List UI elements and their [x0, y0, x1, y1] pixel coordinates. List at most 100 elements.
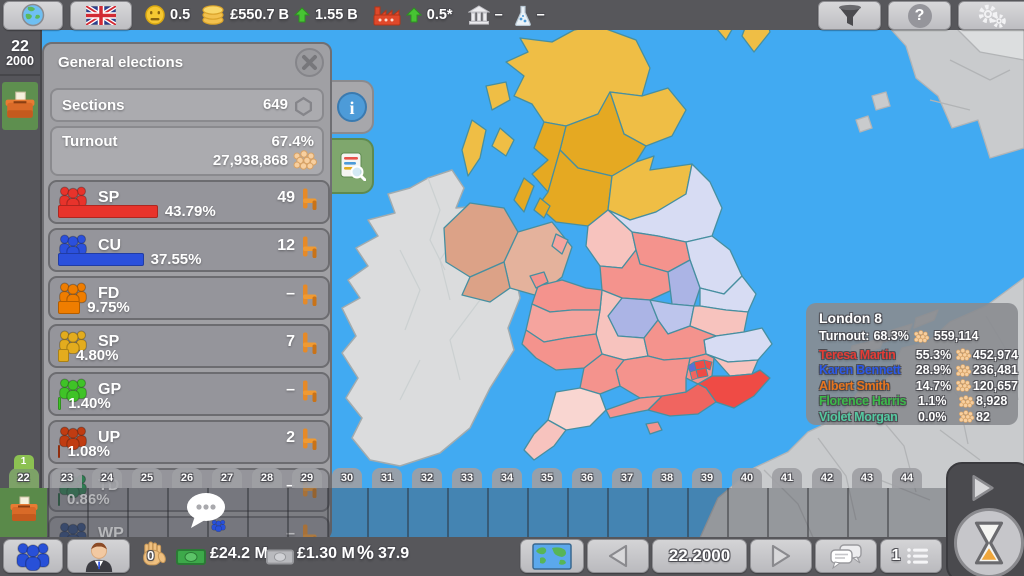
settings-button[interactable]: [958, 1, 1024, 30]
politician-button[interactable]: [67, 539, 130, 573]
timeline-year-column[interactable]: 37: [607, 455, 647, 537]
timeline-year-tab[interactable]: 22: [9, 468, 39, 488]
sections-row[interactable]: Sections 649: [50, 88, 324, 122]
timeline-year-column[interactable]: 39: [687, 455, 727, 537]
timeline-year-tab[interactable]: 42: [812, 468, 842, 488]
world-map-button[interactable]: [520, 539, 584, 573]
timeline-year-column[interactable]: 23: [47, 455, 87, 537]
timeline-year-cell[interactable]: [647, 488, 687, 537]
timeline-year-tab[interactable]: 37: [612, 468, 642, 488]
timeline-year-cell[interactable]: [527, 488, 567, 537]
timeline-year-tab[interactable]: 43: [852, 468, 882, 488]
timeline-year-tab[interactable]: 26: [172, 468, 202, 488]
party-vote-bar: [58, 205, 158, 218]
panel-title: General elections: [58, 54, 183, 71]
task-list-button[interactable]: 1: [880, 539, 942, 573]
timeline-year-tab[interactable]: 27: [212, 468, 242, 488]
candidate-percent: 28.9%: [916, 363, 955, 377]
timeline-year-column[interactable]: 24: [87, 455, 127, 537]
timeline-year-column[interactable]: 29: [287, 455, 327, 537]
timeline-year-cell[interactable]: [287, 488, 327, 537]
timeline-year-tab[interactable]: 23: [52, 468, 82, 488]
timeline-year-tab[interactable]: 32: [412, 468, 442, 488]
party-button[interactable]: [3, 539, 63, 573]
timeline-year-tab[interactable]: 24: [92, 468, 122, 488]
timeline-year-tab[interactable]: 44: [892, 468, 922, 488]
results-detail-button[interactable]: [332, 138, 374, 194]
filter-button[interactable]: [818, 1, 881, 30]
timeline-year-tab[interactable]: 31: [372, 468, 402, 488]
timeline-year-column[interactable]: 43: [847, 455, 887, 537]
hourglass-button[interactable]: [954, 508, 1024, 576]
messages-button[interactable]: [815, 539, 877, 573]
timeline-year-cell[interactable]: [847, 488, 887, 537]
world-view-button[interactable]: [3, 1, 63, 30]
date-button[interactable]: 22.2000: [652, 539, 747, 573]
timeline-year-cell[interactable]: [767, 488, 807, 537]
turnout-row[interactable]: Turnout 67.4% 27,938,868: [50, 126, 324, 176]
timeline-year-cell[interactable]: [87, 488, 127, 537]
party-row[interactable]: SP 7 4.80%: [48, 324, 330, 368]
chat-event-icon[interactable]: [183, 490, 229, 534]
timeline-year-cell[interactable]: [887, 488, 947, 537]
timeline-year-tab[interactable]: 41: [772, 468, 802, 488]
timeline-year-tab[interactable]: 40: [732, 468, 762, 488]
election-event-tile[interactable]: [2, 82, 38, 130]
timeline-year-cell[interactable]: [407, 488, 447, 537]
timeline-year-column[interactable]: 1 22: [0, 455, 47, 537]
timeline-year-cell[interactable]: [327, 488, 367, 537]
timeline-year-cell[interactable]: [0, 488, 47, 537]
timeline-year-tab[interactable]: 29: [292, 468, 322, 488]
party-row[interactable]: CU 12 37.55%: [48, 228, 330, 272]
timeline-year-tab[interactable]: 34: [492, 468, 522, 488]
timeline-year-column[interactable]: 33: [447, 455, 487, 537]
timeline-year-tab[interactable]: 30: [332, 468, 362, 488]
timeline-year-cell[interactable]: [687, 488, 727, 537]
party-row[interactable]: SP 49 43.79%: [48, 180, 330, 224]
party-vote-bar: [58, 349, 69, 362]
timeline-year-cell[interactable]: [447, 488, 487, 537]
country-flag-button[interactable]: [70, 1, 132, 30]
timeline-year-column[interactable]: 36: [567, 455, 607, 537]
timeline-year-cell[interactable]: [367, 488, 407, 537]
timeline-year-tab[interactable]: 35: [532, 468, 562, 488]
turnout-count: 27,938,868: [213, 152, 288, 169]
prev-button[interactable]: [587, 539, 649, 573]
timeline-year-tab[interactable]: 38: [652, 468, 682, 488]
timeline-year-column[interactable]: 34: [487, 455, 527, 537]
timeline-year-tab[interactable]: 33: [452, 468, 482, 488]
hand-icon[interactable]: 0: [139, 540, 167, 570]
help-button[interactable]: ?: [888, 1, 951, 30]
timeline-year-column[interactable]: 26: [167, 455, 207, 537]
timeline-year-column[interactable]: 44: [887, 455, 927, 537]
timeline-year-tab[interactable]: 39: [692, 468, 722, 488]
timeline-year-column[interactable]: 31: [367, 455, 407, 537]
info-button[interactable]: i: [332, 80, 374, 134]
timeline-year-cell[interactable]: [47, 488, 87, 537]
timeline-year-column[interactable]: 38: [647, 455, 687, 537]
timeline-year-cell[interactable]: [127, 488, 167, 537]
timeline-year-cell[interactable]: [607, 488, 647, 537]
close-button[interactable]: [295, 48, 324, 77]
timeline-year-cell[interactable]: [727, 488, 767, 537]
timeline-year-column[interactable]: 35: [527, 455, 567, 537]
timeline-year-column[interactable]: 30: [327, 455, 367, 537]
timeline-year-cell[interactable]: [487, 488, 527, 537]
timeline-year-tab[interactable]: 36: [572, 468, 602, 488]
party-row[interactable]: GP – 1.40%: [48, 372, 330, 416]
timeline-year-cell[interactable]: [567, 488, 607, 537]
timeline-year-cell[interactable]: [807, 488, 847, 537]
timeline-year-column[interactable]: 41: [767, 455, 807, 537]
timeline-year-column[interactable]: 40: [727, 455, 767, 537]
next-button[interactable]: [750, 539, 812, 573]
timeline-year-column[interactable]: 42: [807, 455, 847, 537]
party-row[interactable]: FD – 9.75%: [48, 276, 330, 320]
timeline-year-tab[interactable]: 28: [252, 468, 282, 488]
play-button[interactable]: [970, 474, 996, 502]
timeline-year-column[interactable]: 25: [127, 455, 167, 537]
timeline-year-cell[interactable]: [247, 488, 287, 537]
timeline-year-tab[interactable]: 25: [132, 468, 162, 488]
timeline-year-column[interactable]: 28: [247, 455, 287, 537]
timeline-year-column[interactable]: 32: [407, 455, 447, 537]
timeline-year-cell[interactable]: [167, 488, 207, 537]
